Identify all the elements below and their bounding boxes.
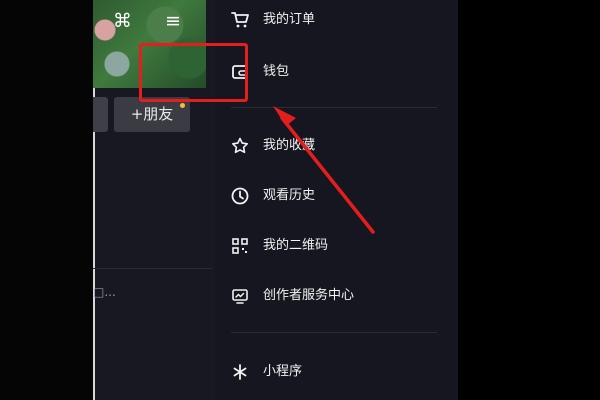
left-black-margin [0, 0, 93, 400]
menu-item-creator-center[interactable]: 创作者服务中心 [215, 276, 458, 318]
menu-icon[interactable]: ≡ [165, 12, 181, 31]
menu-item-mini-program[interactable]: 小程序 [215, 352, 458, 394]
menu-item-wallet[interactable]: 钱包 [215, 52, 458, 94]
add-friend-label: +朋友 [130, 105, 174, 123]
left-panel-divider [93, 268, 213, 269]
wallet-highlight-box [139, 43, 248, 102]
left-button-fragment[interactable] [93, 97, 108, 132]
left-text-fragment: □... [93, 285, 116, 299]
menu-label-favorites: 我的收藏 [263, 138, 316, 153]
notification-dot [180, 103, 185, 108]
menu-label-creator-center: 创作者服务中心 [263, 288, 355, 303]
cart-icon [231, 12, 249, 28]
creator-service-icon [232, 289, 248, 304]
share-icon[interactable]: ⌘ [113, 12, 132, 31]
qr-code-icon [232, 238, 248, 254]
menu-divider-2 [231, 332, 437, 333]
menu-label-qr-code: 我的二维码 [263, 238, 329, 253]
star-icon [232, 137, 248, 154]
menu-divider-1 [231, 107, 437, 108]
right-black-margin [458, 0, 600, 400]
menu-label-history: 观看历史 [263, 188, 316, 203]
menu-label-mini-program: 小程序 [263, 364, 303, 379]
menu-item-orders[interactable]: 我的订单 [215, 0, 458, 42]
menu-item-favorites[interactable]: 我的收藏 [215, 126, 458, 168]
menu-item-qr-code[interactable]: 我的二维码 [215, 226, 458, 268]
menu-label-orders: 我的订单 [263, 12, 316, 27]
menu-label-wallet: 钱包 [263, 64, 290, 79]
mini-program-icon [233, 364, 247, 380]
side-drawer: 我的订单 钱包 我的收藏 观看历史 我的二维码 创作者服务中心 小程序 [215, 0, 458, 400]
add-friend-button[interactable]: +朋友 [114, 97, 190, 132]
clock-icon [231, 187, 249, 205]
menu-item-history[interactable]: 观看历史 [215, 176, 458, 218]
